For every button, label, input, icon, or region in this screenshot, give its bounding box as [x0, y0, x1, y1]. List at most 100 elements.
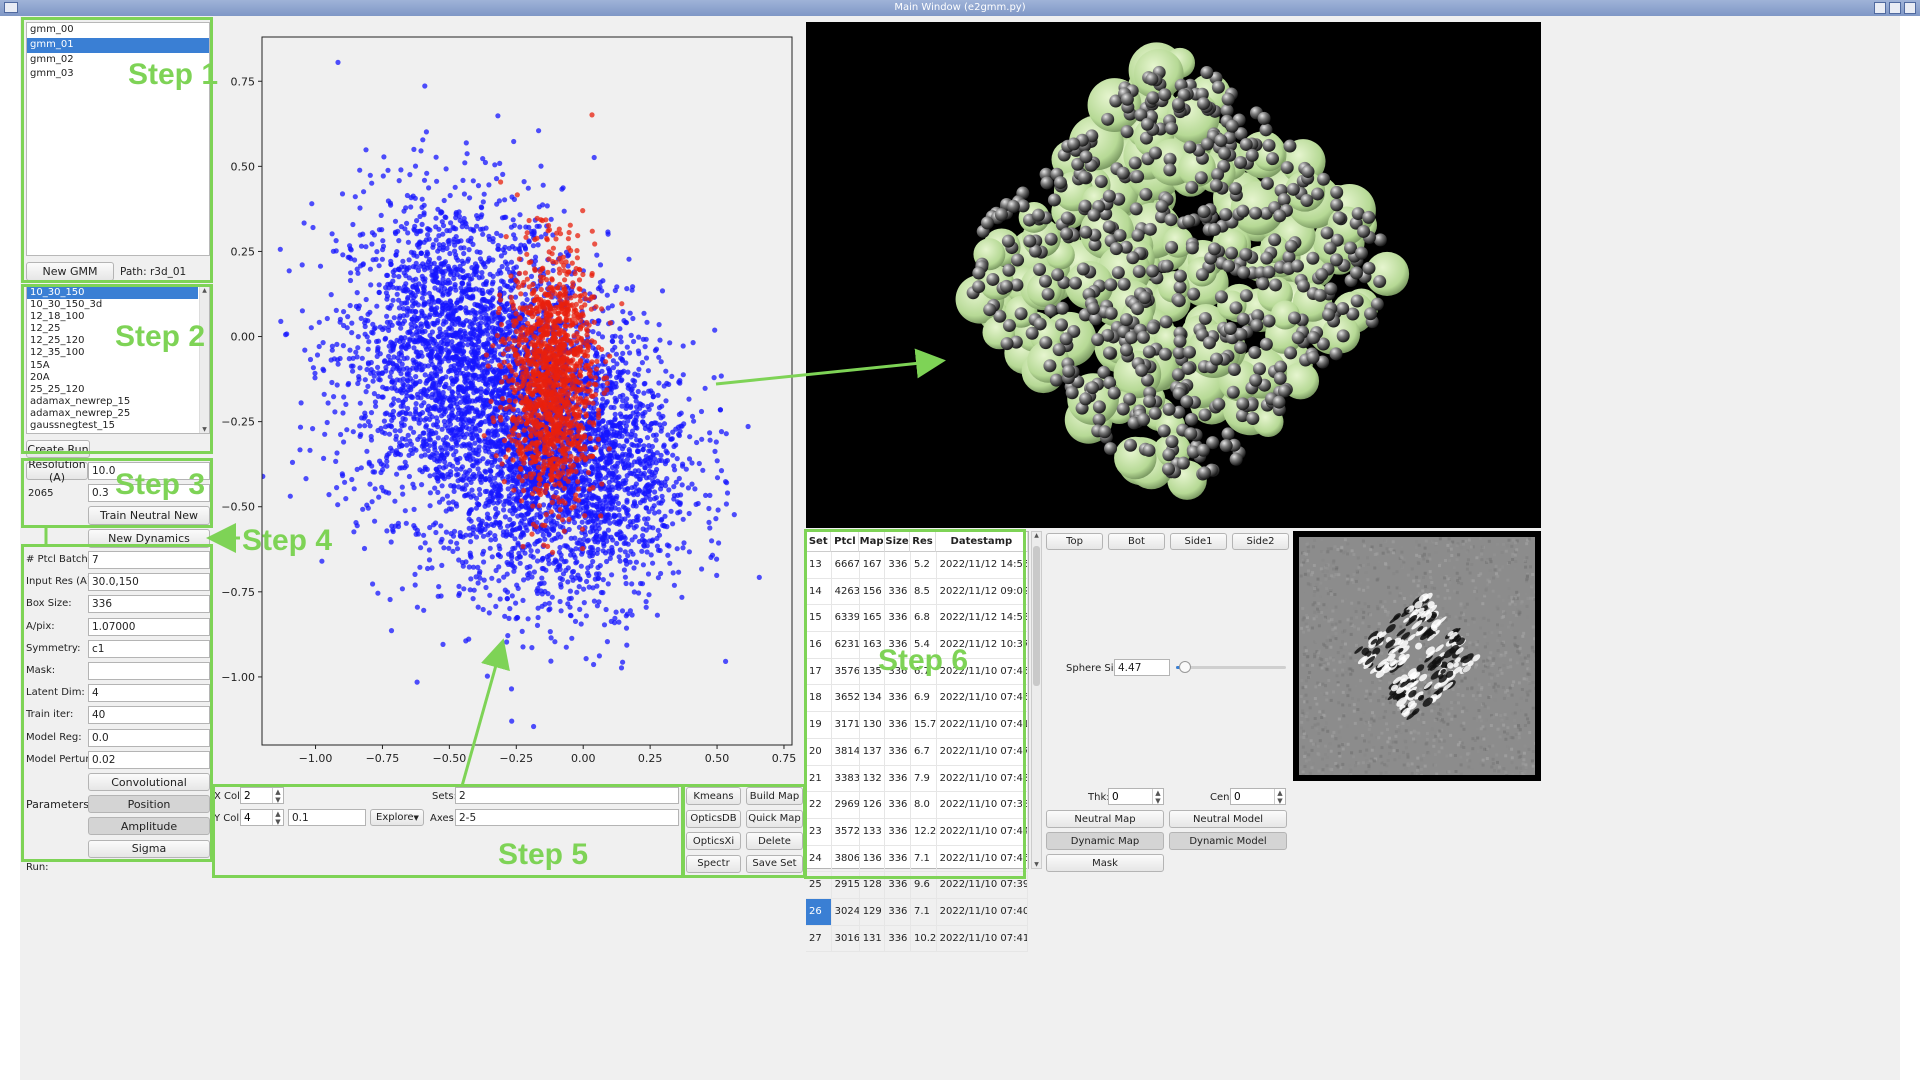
- data-point: [355, 345, 361, 351]
- data-point: [628, 548, 634, 554]
- data-point: [424, 407, 430, 413]
- data-point: [577, 537, 583, 543]
- data-point: [412, 323, 418, 329]
- data-point: [477, 491, 483, 497]
- data-point: [403, 411, 409, 417]
- data-point: [369, 241, 375, 247]
- data-point: [419, 353, 425, 359]
- data-point: [412, 582, 418, 588]
- data-point: [395, 397, 402, 403]
- data-point: [468, 576, 474, 582]
- data-point: [419, 308, 425, 314]
- run-list-item[interactable]: 10_30_150_3d: [27, 299, 198, 311]
- data-point: [618, 665, 625, 671]
- data-point: [577, 606, 583, 613]
- data-point: [536, 128, 542, 134]
- data-point: [563, 567, 569, 574]
- data-point: [341, 322, 347, 329]
- data-point: [636, 366, 642, 372]
- data-point: [399, 443, 405, 449]
- data-point: [352, 194, 358, 200]
- data-point: [404, 393, 410, 399]
- run-list-item[interactable]: 25_25_120: [27, 384, 198, 396]
- data-point: [713, 439, 719, 445]
- run-list-item[interactable]: 20A: [27, 372, 198, 384]
- data-point: [347, 243, 353, 249]
- data-point: [624, 473, 630, 479]
- minimize-icon[interactable]: [1874, 2, 1886, 14]
- data-point: [349, 330, 355, 336]
- data-point: [438, 209, 444, 215]
- data-point: [487, 530, 493, 536]
- data-point: [490, 303, 496, 309]
- data-point: [470, 373, 477, 379]
- gmm-list-item[interactable]: gmm_01: [27, 37, 209, 53]
- resolution-button[interactable]: Resolution (A): [26, 458, 88, 484]
- data-point: [423, 129, 429, 135]
- data-point: [392, 267, 398, 273]
- latent-scatter-plot[interactable]: −1.00 −0.75 −0.50 −0.25 0.00 0.25 0.50 0.750.75…: [213, 18, 805, 785]
- data-point: [659, 516, 665, 522]
- data-point: [636, 334, 642, 340]
- data-point: [567, 604, 573, 610]
- data-point: [491, 484, 497, 490]
- data-point: [603, 475, 609, 481]
- data-point: [345, 314, 351, 320]
- data-point: [433, 237, 439, 243]
- data-point: [381, 418, 387, 424]
- data-point: [297, 424, 304, 430]
- scroll-up-icon[interactable]: ▲: [200, 287, 209, 294]
- data-point: [470, 178, 476, 184]
- run-list[interactable]: 10_30_150 10_30_150_3d 12_18_100 12_25 12_25…: [26, 286, 210, 434]
- run-list-scrollbar[interactable]: ▲ ▼: [199, 287, 209, 433]
- data-point: [502, 197, 508, 203]
- new-dynamics-button[interactable]: New Dynamics: [88, 529, 210, 548]
- data-point: [376, 371, 382, 378]
- data-point: [514, 582, 520, 588]
- data-point: [406, 371, 412, 377]
- create-run-button[interactable]: Create Run: [26, 440, 90, 458]
- data-point: [597, 262, 604, 268]
- data-point: [468, 331, 474, 337]
- data-point: [445, 355, 451, 361]
- run-list-item[interactable]: adamax_newrep_25: [27, 408, 198, 420]
- data-point: [559, 576, 565, 583]
- data-point: [676, 475, 682, 482]
- data-point: [399, 586, 405, 592]
- data-point: [644, 319, 650, 325]
- data-point: [624, 499, 630, 505]
- data-point: [622, 574, 628, 580]
- run-list-item[interactable]: 15A: [27, 360, 198, 372]
- train-neutral-new-button[interactable]: Train Neutral New: [88, 506, 210, 525]
- run-list-item[interactable]: 10_30_150: [27, 287, 198, 300]
- gmm-list-item[interactable]: gmm_00: [27, 23, 209, 38]
- data-point: [439, 268, 445, 274]
- data-point: [516, 247, 522, 253]
- data-point: [618, 530, 624, 536]
- data-point: [572, 618, 579, 625]
- data-point: [310, 426, 316, 432]
- run-list-item[interactable]: adamax_newrep_15: [27, 396, 198, 408]
- data-point: [669, 373, 675, 379]
- close-icon[interactable]: [1904, 2, 1916, 14]
- window-menu-icon[interactable]: [4, 2, 18, 13]
- data-point: [633, 481, 639, 487]
- data-point: [526, 239, 532, 245]
- run-list-item[interactable]: gaussnegtest_15: [27, 420, 198, 432]
- data-point: [594, 252, 600, 258]
- scroll-down-icon[interactable]: ▼: [200, 426, 209, 433]
- maximize-icon[interactable]: [1889, 2, 1901, 14]
- data-point: [621, 443, 627, 449]
- data-point: [428, 371, 434, 377]
- data-point: [413, 374, 419, 380]
- data-point: [388, 202, 394, 208]
- data-point: [397, 321, 403, 327]
- data-point: [365, 361, 372, 367]
- data-point: [608, 459, 614, 465]
- data-point: [566, 526, 572, 533]
- data-point: [656, 411, 662, 417]
- new-gmm-button[interactable]: New GMM: [26, 262, 114, 281]
- data-point: [640, 411, 646, 417]
- data-point: [576, 584, 582, 590]
- data-point: [473, 432, 480, 438]
